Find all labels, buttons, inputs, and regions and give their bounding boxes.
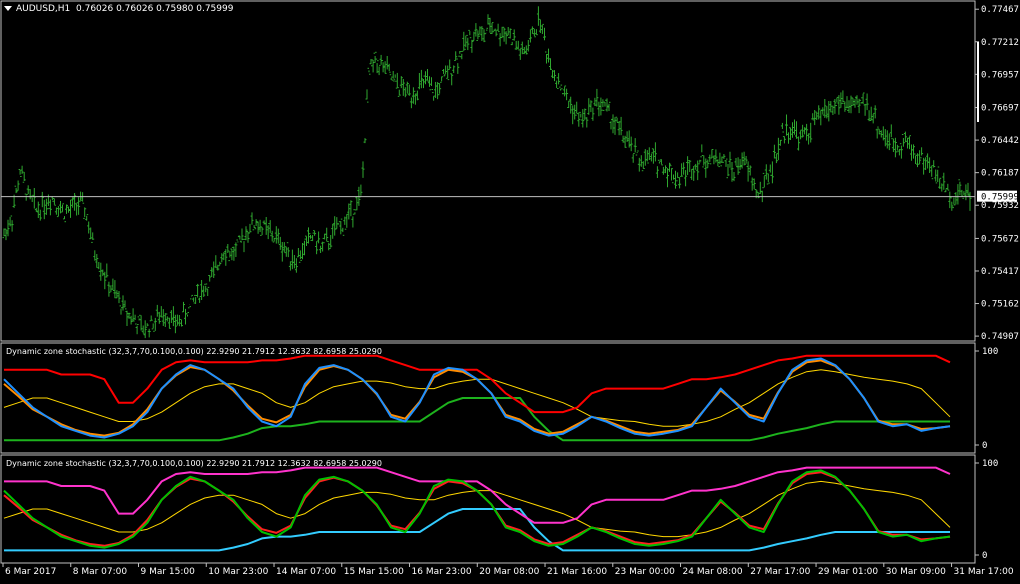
price-tick-label: 0.75672 [981, 234, 1019, 244]
pane-frames [0, 0, 976, 564]
indicator-1-title: Dynamic zone stochastic (32,3,7,70,0.100… [6, 347, 382, 356]
time-tick-label: 16 Mar 23:00 [412, 567, 472, 577]
time-tick-label: 6 Mar 2017 [5, 567, 56, 577]
current-price-label: 0.75999 [981, 193, 1019, 203]
time-tick-label: 14 Mar 07:00 [276, 567, 336, 577]
series-upper-line [4, 466, 951, 524]
series-upper-line [4, 354, 951, 414]
symbol-label: AUDUSD,H1 [16, 4, 71, 14]
time-tick-label: 29 Mar 01:00 [818, 567, 878, 577]
time-tick-label: 31 Mar 17:00 [954, 567, 1014, 577]
price-candles [1, 6, 975, 339]
price-tick-label: 0.75932 [981, 201, 1019, 211]
chart-canvas[interactable]: 0.77467 0.77212 0.76957 0.76697 0.76442 0.761… [0, 0, 1020, 581]
time-axis: 6 Mar 2017 8 Mar 07:00 9 Mar 15:00 10 Mar 2… [2, 563, 1014, 577]
price-tick-label: 0.77212 [981, 38, 1019, 48]
indicator-pane-1-lines [3, 354, 951, 442]
price-tick-label: 0.74907 [981, 332, 1019, 342]
pane-frame-1 [0, 0, 976, 342]
main-chart-title: AUDUSD,H1 0.76026 0.76026 0.75980 0.7599… [4, 4, 233, 14]
indicator-pane-2-lines [3, 466, 951, 552]
time-tick-label: 8 Mar 07:00 [73, 567, 128, 577]
mt4-chart-window[interactable]: 0.77467 0.77212 0.76957 0.76697 0.76442 0.761… [0, 0, 1020, 581]
indicator-tick-label: 0 [982, 551, 987, 561]
indicator-tick-label: 0 [982, 441, 987, 451]
price-tick-label: 0.77467 [981, 5, 1019, 15]
price-tick-label: 0.76697 [981, 104, 1019, 114]
price-tick-label: 0.76442 [981, 136, 1019, 146]
indicator-pane-2-axis: 100 0 [975, 459, 998, 561]
price-tick-label: 0.76957 [981, 70, 1019, 80]
indicator-tick-label: 100 [982, 347, 998, 357]
dropdown-triangle-icon[interactable] [4, 6, 12, 11]
time-tick-label: 27 Mar 17:00 [750, 567, 810, 577]
price-axis: 0.77467 0.77212 0.76957 0.76697 0.76442 0.761… [975, 5, 1019, 342]
price-tick-label: 0.75162 [981, 300, 1019, 310]
time-tick-label: 24 Mar 08:00 [683, 567, 743, 577]
time-tick-label: 10 Mar 23:00 [208, 567, 268, 577]
price-tick-label: 0.76187 [981, 169, 1019, 179]
time-tick-label: 20 Mar 08:00 [479, 567, 539, 577]
time-tick-label: 23 Mar 00:00 [615, 567, 675, 577]
time-tick-label: 9 Mar 15:00 [141, 567, 196, 577]
indicator-2-title: Dynamic zone stochastic (32,3,7,70,0.100… [6, 459, 382, 468]
time-tick-label: 21 Mar 16:00 [547, 567, 607, 577]
indicator-tick-label: 100 [982, 459, 998, 469]
time-tick-label: 15 Mar 15:00 [344, 567, 404, 577]
indicator-pane-1-axis: 100 0 [975, 347, 998, 451]
price-tick-label: 0.75417 [981, 267, 1019, 277]
time-tick-label: 30 Mar 09:00 [886, 567, 946, 577]
ohlc-label: 0.76026 0.76026 0.75980 0.75999 [76, 4, 234, 14]
